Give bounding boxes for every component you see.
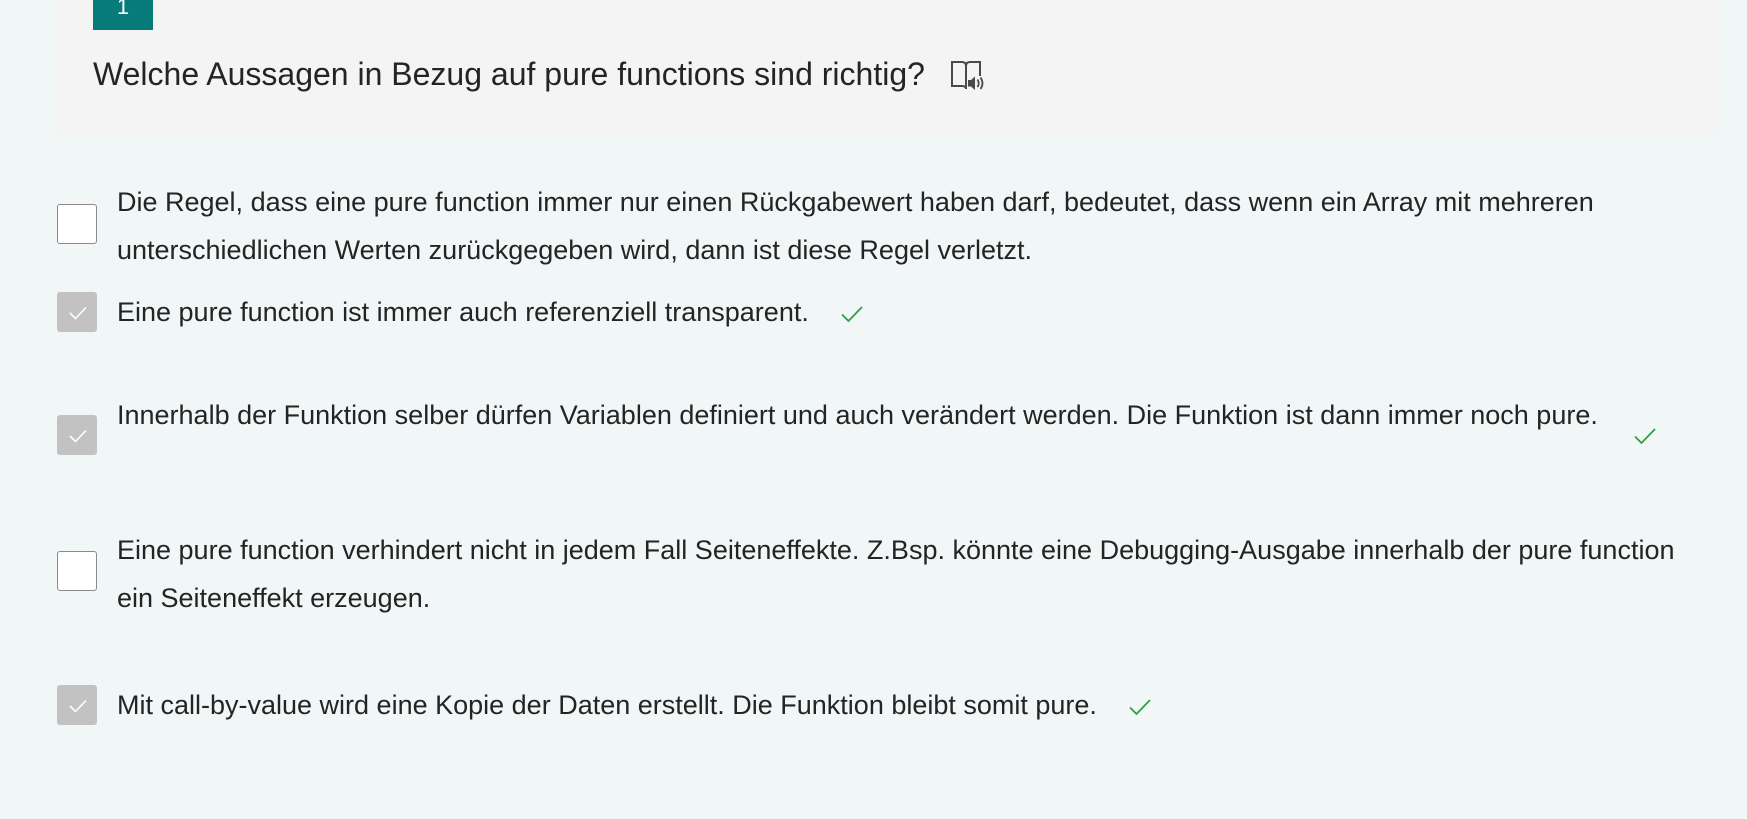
option-4-checkbox[interactable] <box>57 551 97 591</box>
option-5-checkbox[interactable] <box>57 685 97 725</box>
immersive-reader-icon[interactable] <box>949 59 985 93</box>
option-2-text: Eine pure function ist immer auch refere… <box>117 288 864 336</box>
correct-check-icon <box>1634 428 1656 445</box>
question-card: 1 Welche Aussagen in Bezug auf pure func… <box>54 0 1718 136</box>
option-2-checkbox[interactable] <box>57 292 97 332</box>
checkmark-icon <box>69 429 87 443</box>
checkmark-icon <box>69 306 87 320</box>
question-title-row: Welche Aussagen in Bezug auf pure functi… <box>93 52 985 96</box>
option-1-checkbox[interactable] <box>57 204 97 244</box>
option-5-text: Mit call-by-value wird eine Kopie der Da… <box>117 681 1152 729</box>
option-4-text: Eine pure function verhindert nicht in j… <box>117 535 1675 613</box>
correct-check-icon <box>1129 699 1152 716</box>
option-2-label: Eine pure function ist immer auch refere… <box>117 297 809 327</box>
option-3-text: Innerhalb der Funktion selber dürfen Var… <box>117 400 1598 430</box>
question-number-badge: 1 <box>93 0 153 30</box>
option-1-text: Die Regel, dass eine pure function immer… <box>117 187 1594 265</box>
question-title: Welche Aussagen in Bezug auf pure functi… <box>93 56 925 92</box>
correct-check-icon <box>841 306 864 323</box>
option-5-label: Mit call-by-value wird eine Kopie der Da… <box>117 690 1097 720</box>
option-3-checkbox[interactable] <box>57 415 97 455</box>
checkmark-icon <box>69 699 87 713</box>
